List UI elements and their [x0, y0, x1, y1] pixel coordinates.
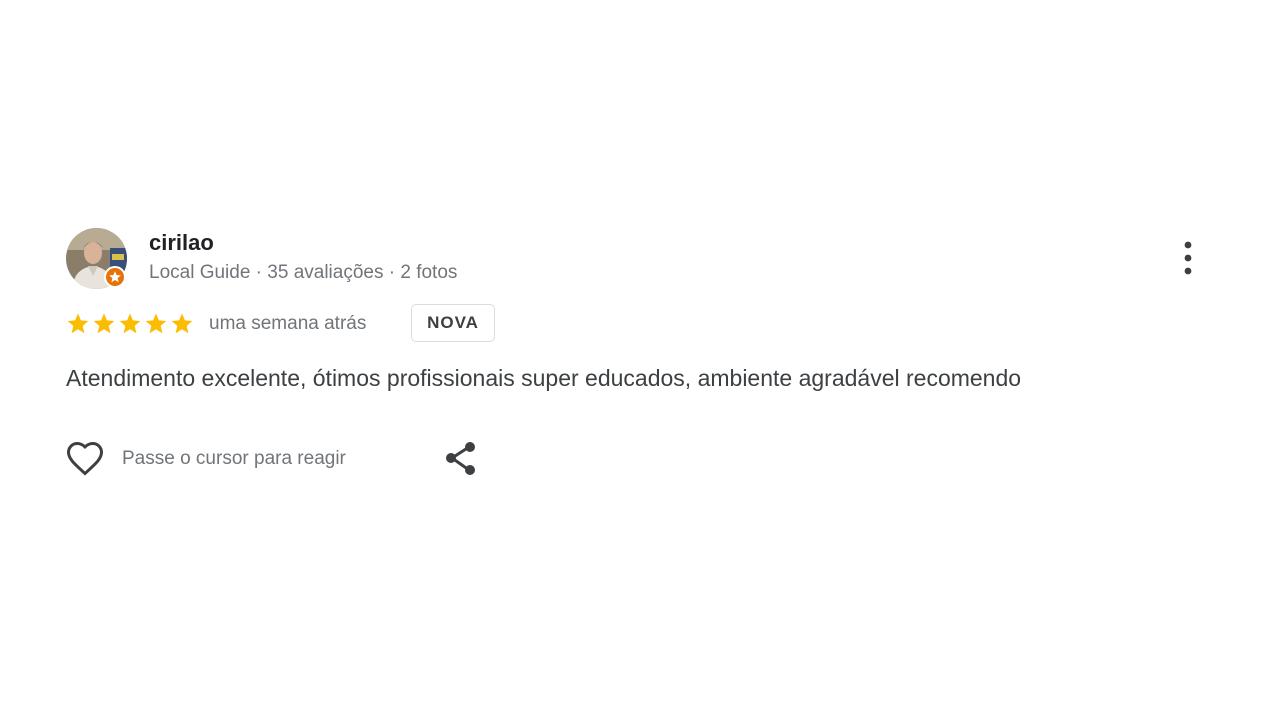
heart-icon	[66, 441, 104, 476]
local-guide-badge-icon	[104, 266, 126, 288]
share-button[interactable]	[442, 439, 482, 479]
star-icon	[119, 313, 141, 334]
author-meta[interactable]: Local Guide · 35 avaliações · 2 fotos	[149, 261, 457, 285]
rating-row: uma semana atrás NOVA	[66, 304, 766, 344]
share-icon	[446, 442, 475, 475]
new-badge: NOVA	[411, 304, 495, 342]
review-header: cirilao Local Guide · 35 avaliações · 2 …	[66, 227, 1206, 289]
review-card: cirilao Local Guide · 35 avaliações · 2 …	[66, 227, 1206, 487]
review-actions: Passe o cursor para reagir	[66, 439, 566, 479]
author-avatar[interactable]	[66, 228, 127, 289]
star-icon	[145, 313, 167, 334]
star-icon	[67, 313, 89, 334]
star-icon	[171, 313, 193, 334]
review-date: uma semana atrás	[209, 313, 367, 334]
star-rating	[67, 313, 193, 334]
react-button[interactable]: Passe o cursor para reagir	[66, 439, 406, 479]
star-icon	[93, 313, 115, 334]
author-name[interactable]: cirilao	[149, 230, 214, 256]
react-label: Passe o cursor para reagir	[122, 448, 346, 469]
review-text: Atendimento excelente, ótimos profission…	[66, 365, 1022, 391]
more-vert-icon	[1184, 241, 1192, 275]
more-options-button[interactable]	[1171, 239, 1205, 277]
